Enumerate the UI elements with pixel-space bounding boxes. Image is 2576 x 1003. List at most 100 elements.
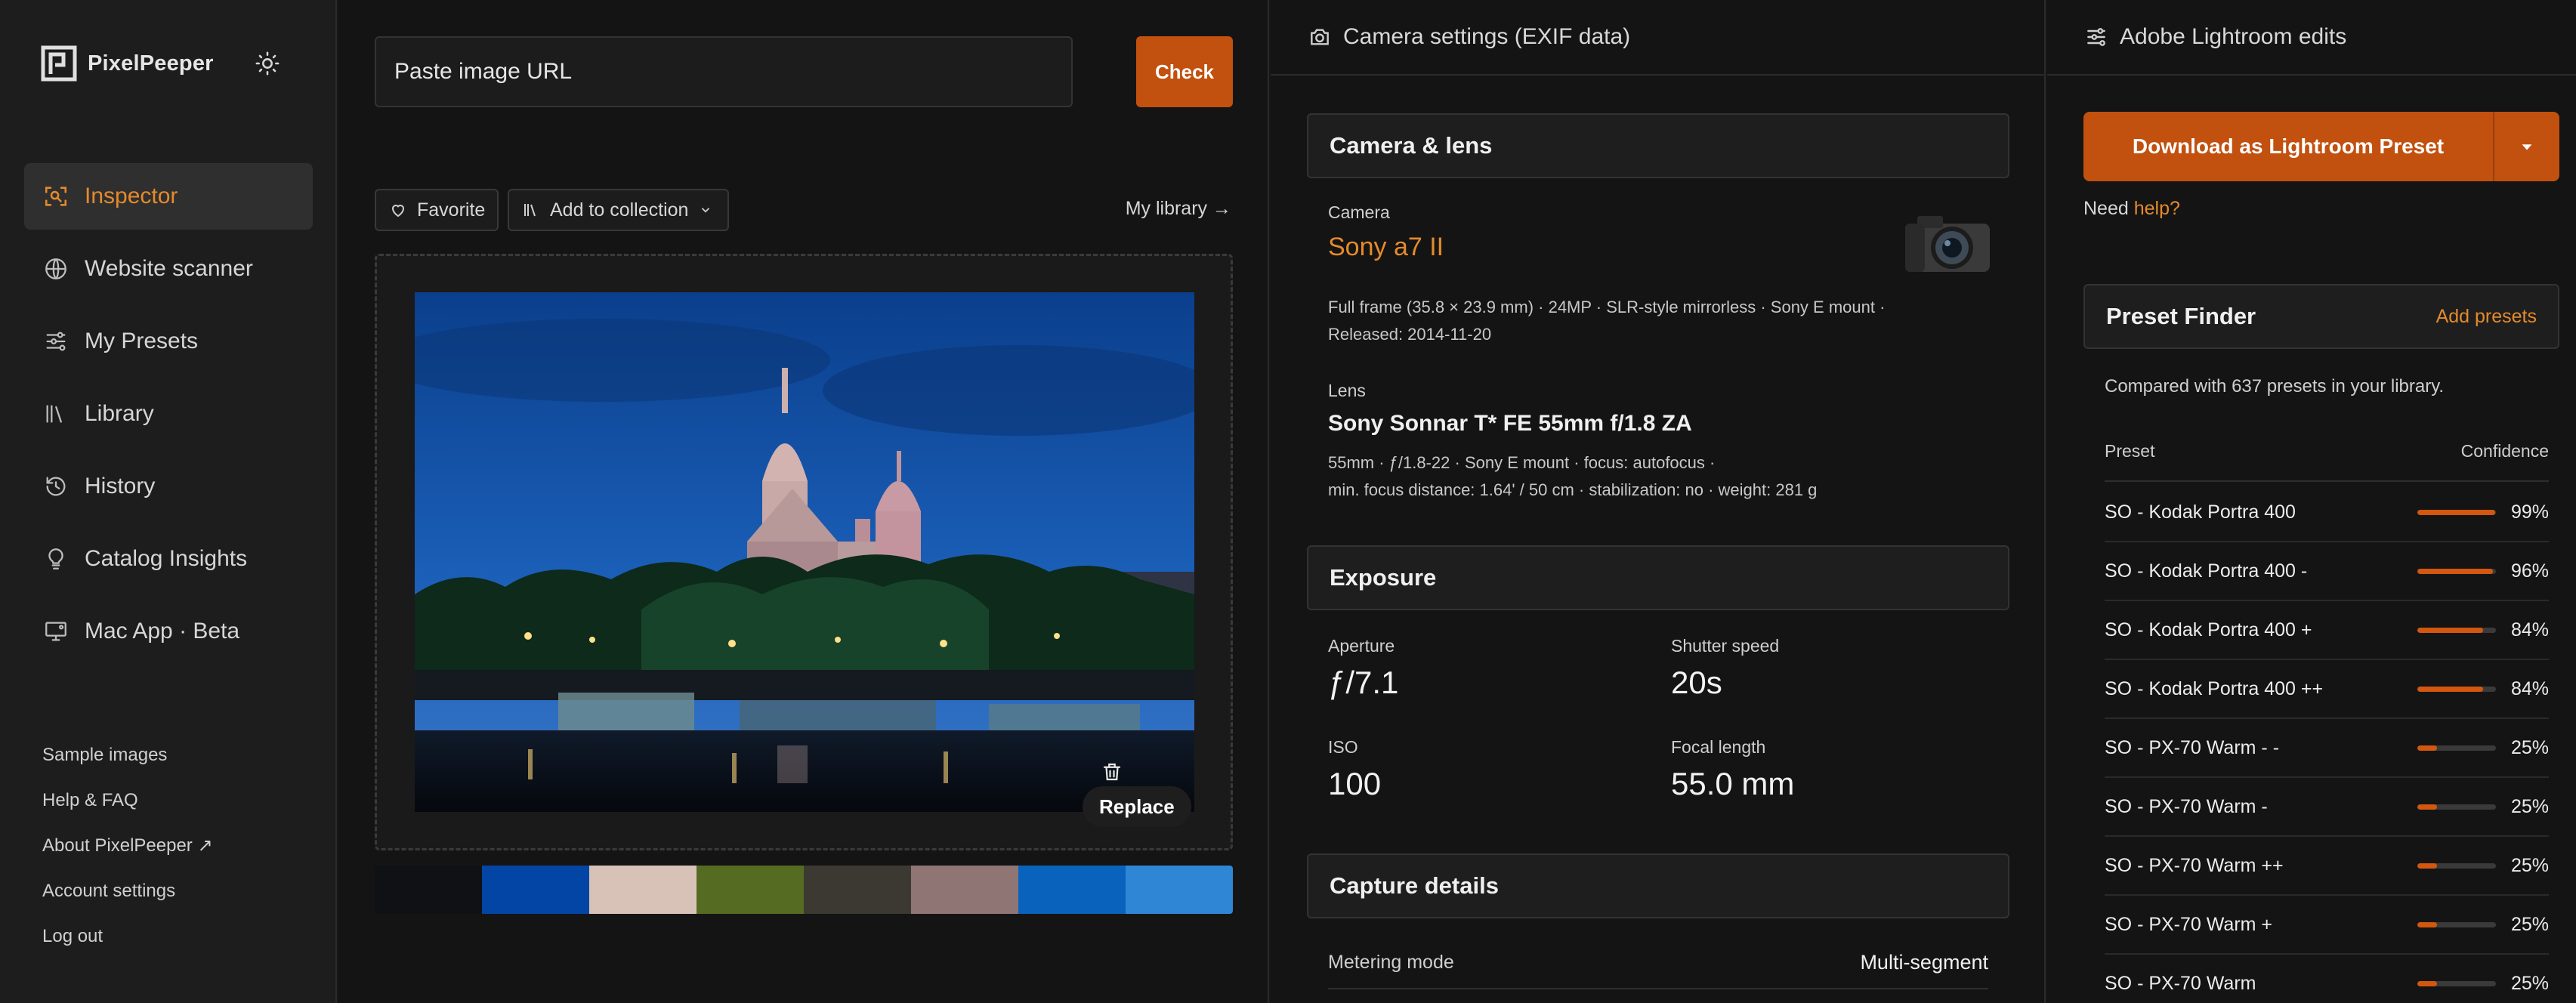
preset-row[interactable]: SO - Kodak Portra 400 99% (2105, 483, 2549, 542)
replace-button[interactable]: Replace (1083, 786, 1191, 827)
preset-name: SO - Kodak Portra 400 (2105, 501, 2296, 523)
favorite-button[interactable]: Favorite (375, 189, 499, 231)
sliders-icon (2083, 24, 2109, 50)
brand[interactable]: PixelPeeper (41, 44, 214, 83)
confidence-column-header: Confidence (2460, 441, 2549, 461)
color-swatch[interactable] (1126, 866, 1233, 914)
camera-specs: Full frame (35.8 × 23.9 mm) · 24MP · SLR… (1328, 298, 1886, 316)
add-to-collection-button[interactable]: Add to collection (508, 189, 730, 231)
confidence-bar-fill (2417, 745, 2437, 751)
confidence-bar (2417, 568, 2496, 574)
exif-header: Camera settings (EXIF data) (1271, 0, 2044, 76)
preset-row[interactable]: SO - PX-70 Warm 25% (2105, 955, 2549, 1003)
preset-row[interactable]: SO - PX-70 Warm - - 25% (2105, 719, 2549, 778)
metering-mode-value: Multi-segment (1860, 950, 1988, 974)
help-faq-link[interactable]: Help & FAQ (42, 787, 213, 832)
color-palette (375, 866, 1233, 914)
preset-row[interactable]: SO - Kodak Portra 400 + 84% (2105, 601, 2549, 660)
nav-item-inspector[interactable]: Inspector (24, 163, 313, 230)
color-swatch[interactable] (1018, 866, 1126, 914)
my-library-link[interactable]: My library → (1126, 198, 1231, 220)
download-preset-button[interactable]: Download as Lightroom Preset (2083, 112, 2493, 181)
iso-label: ISO (1328, 737, 1358, 757)
color-swatch[interactable] (589, 866, 697, 914)
confidence-bar-fill (2417, 980, 2437, 986)
confidence-bar-fill (2417, 627, 2484, 633)
preset-row[interactable]: SO - PX-70 Warm - 25% (2105, 778, 2549, 837)
confidence-bar-fill (2417, 804, 2437, 810)
nav-item-mac-app[interactable]: Mac App · Beta (24, 598, 313, 665)
camera-name-link[interactable]: Sony a7 II (1328, 233, 1444, 262)
nav-label: My Presets (85, 329, 199, 353)
confidence-bar (2417, 627, 2496, 633)
sidebar-footer: Sample images Help & FAQ About PixelPeep… (42, 742, 213, 968)
sample-images-link[interactable]: Sample images (42, 742, 213, 787)
theme-toggle-button[interactable] (251, 47, 284, 80)
color-swatch[interactable] (375, 866, 482, 914)
preset-name: SO - PX-70 Warm (2105, 972, 2256, 994)
download-options-button[interactable] (2494, 112, 2559, 181)
favorite-label: Favorite (417, 199, 486, 221)
preset-finder-title: Preset Finder (2106, 303, 2256, 329)
about-link[interactable]: About PixelPeeper ↗ (42, 832, 213, 878)
preset-row[interactable]: SO - PX-70 Warm + 25% (2105, 896, 2549, 955)
nav-item-my-presets[interactable]: My Presets (24, 308, 313, 375)
preset-name: SO - PX-70 Warm ++ (2105, 854, 2284, 876)
lens-specs: 55mm · ƒ/1.8-22 · Sony E mount · focus: … (1328, 453, 1716, 472)
exif-panel: Camera settings (EXIF data) Camera & len… (1271, 0, 2046, 1003)
check-button[interactable]: Check (1136, 36, 1233, 107)
lens-label: Lens (1328, 381, 1366, 400)
nav-item-catalog-insights[interactable]: Catalog Insights (24, 526, 313, 592)
confidence-value: 84% (2510, 619, 2549, 640)
inspector-panel: Check Favorite Add to collection My libr… (338, 0, 1269, 1003)
lightbulb-icon (41, 544, 71, 574)
color-swatch[interactable] (911, 866, 1018, 914)
confidence-bar (2417, 509, 2496, 515)
account-settings-link[interactable]: Account settings (42, 878, 213, 923)
preset-name: SO - Kodak Portra 400 ++ (2105, 677, 2324, 699)
help-link[interactable]: help? (2134, 198, 2180, 219)
exif-header-title: Camera settings (EXIF data) (1343, 24, 1631, 49)
pixelpeeper-logo-icon (41, 45, 77, 82)
help-line: Need help? (2083, 198, 2180, 220)
nav-label: History (85, 474, 156, 498)
sun-icon (255, 51, 280, 76)
preset-row[interactable]: SO - PX-70 Warm ++ 25% (2105, 837, 2549, 896)
confidence-value: 25% (2510, 972, 2549, 994)
preset-name: SO - PX-70 Warm - - (2105, 736, 2280, 758)
image-drop-zone[interactable]: Replace (375, 254, 1233, 850)
help-prefix: Need (2083, 198, 2134, 219)
logout-link[interactable]: Log out (42, 923, 213, 968)
preset-name: SO - Kodak Portra 400 - (2105, 560, 2308, 582)
add-presets-link[interactable]: Add presets (2436, 306, 2537, 328)
color-swatch[interactable] (697, 866, 804, 914)
confidence-bar (2417, 745, 2496, 751)
trash-icon (1103, 763, 1121, 781)
image-url-input[interactable] (375, 36, 1073, 107)
exposure-section-title: Exposure (1307, 545, 2009, 610)
focal-length-label: Focal length (1671, 737, 1766, 757)
aperture-value: ƒ/7.1 (1328, 665, 1399, 700)
lens-specs-extra: min. focus distance: 1.64' / 50 cm · sta… (1328, 480, 1818, 499)
confidence-value: 25% (2510, 854, 2549, 876)
brand-name: PixelPeeper (88, 51, 214, 76)
preset-row[interactable]: SO - Kodak Portra 400 - 96% (2105, 542, 2549, 601)
library-icon (521, 200, 541, 220)
nav-item-website-scanner[interactable]: Website scanner (24, 236, 313, 302)
preset-name: SO - PX-70 Warm + (2105, 913, 2273, 935)
preset-row[interactable]: SO - Kodak Portra 400 ++ 84% (2105, 660, 2549, 719)
chevron-down-icon (696, 200, 715, 220)
color-swatch[interactable] (804, 866, 911, 914)
delete-image-button[interactable] (1095, 755, 1129, 789)
confidence-value: 25% (2510, 913, 2549, 935)
nav-item-history[interactable]: History (24, 453, 313, 520)
nav-item-library[interactable]: Library (24, 381, 313, 447)
aperture-label: Aperture (1328, 636, 1395, 656)
confidence-bar-fill (2417, 509, 2495, 515)
camera-label: Camera (1328, 202, 1390, 222)
preset-name: SO - Kodak Portra 400 + (2105, 619, 2312, 640)
nav-label: Website scanner (85, 256, 253, 281)
color-swatch[interactable] (482, 866, 589, 914)
lightroom-header-title: Adobe Lightroom edits (2120, 24, 2347, 49)
camera-release-date: Released: 2014-11-20 (1328, 325, 1492, 344)
